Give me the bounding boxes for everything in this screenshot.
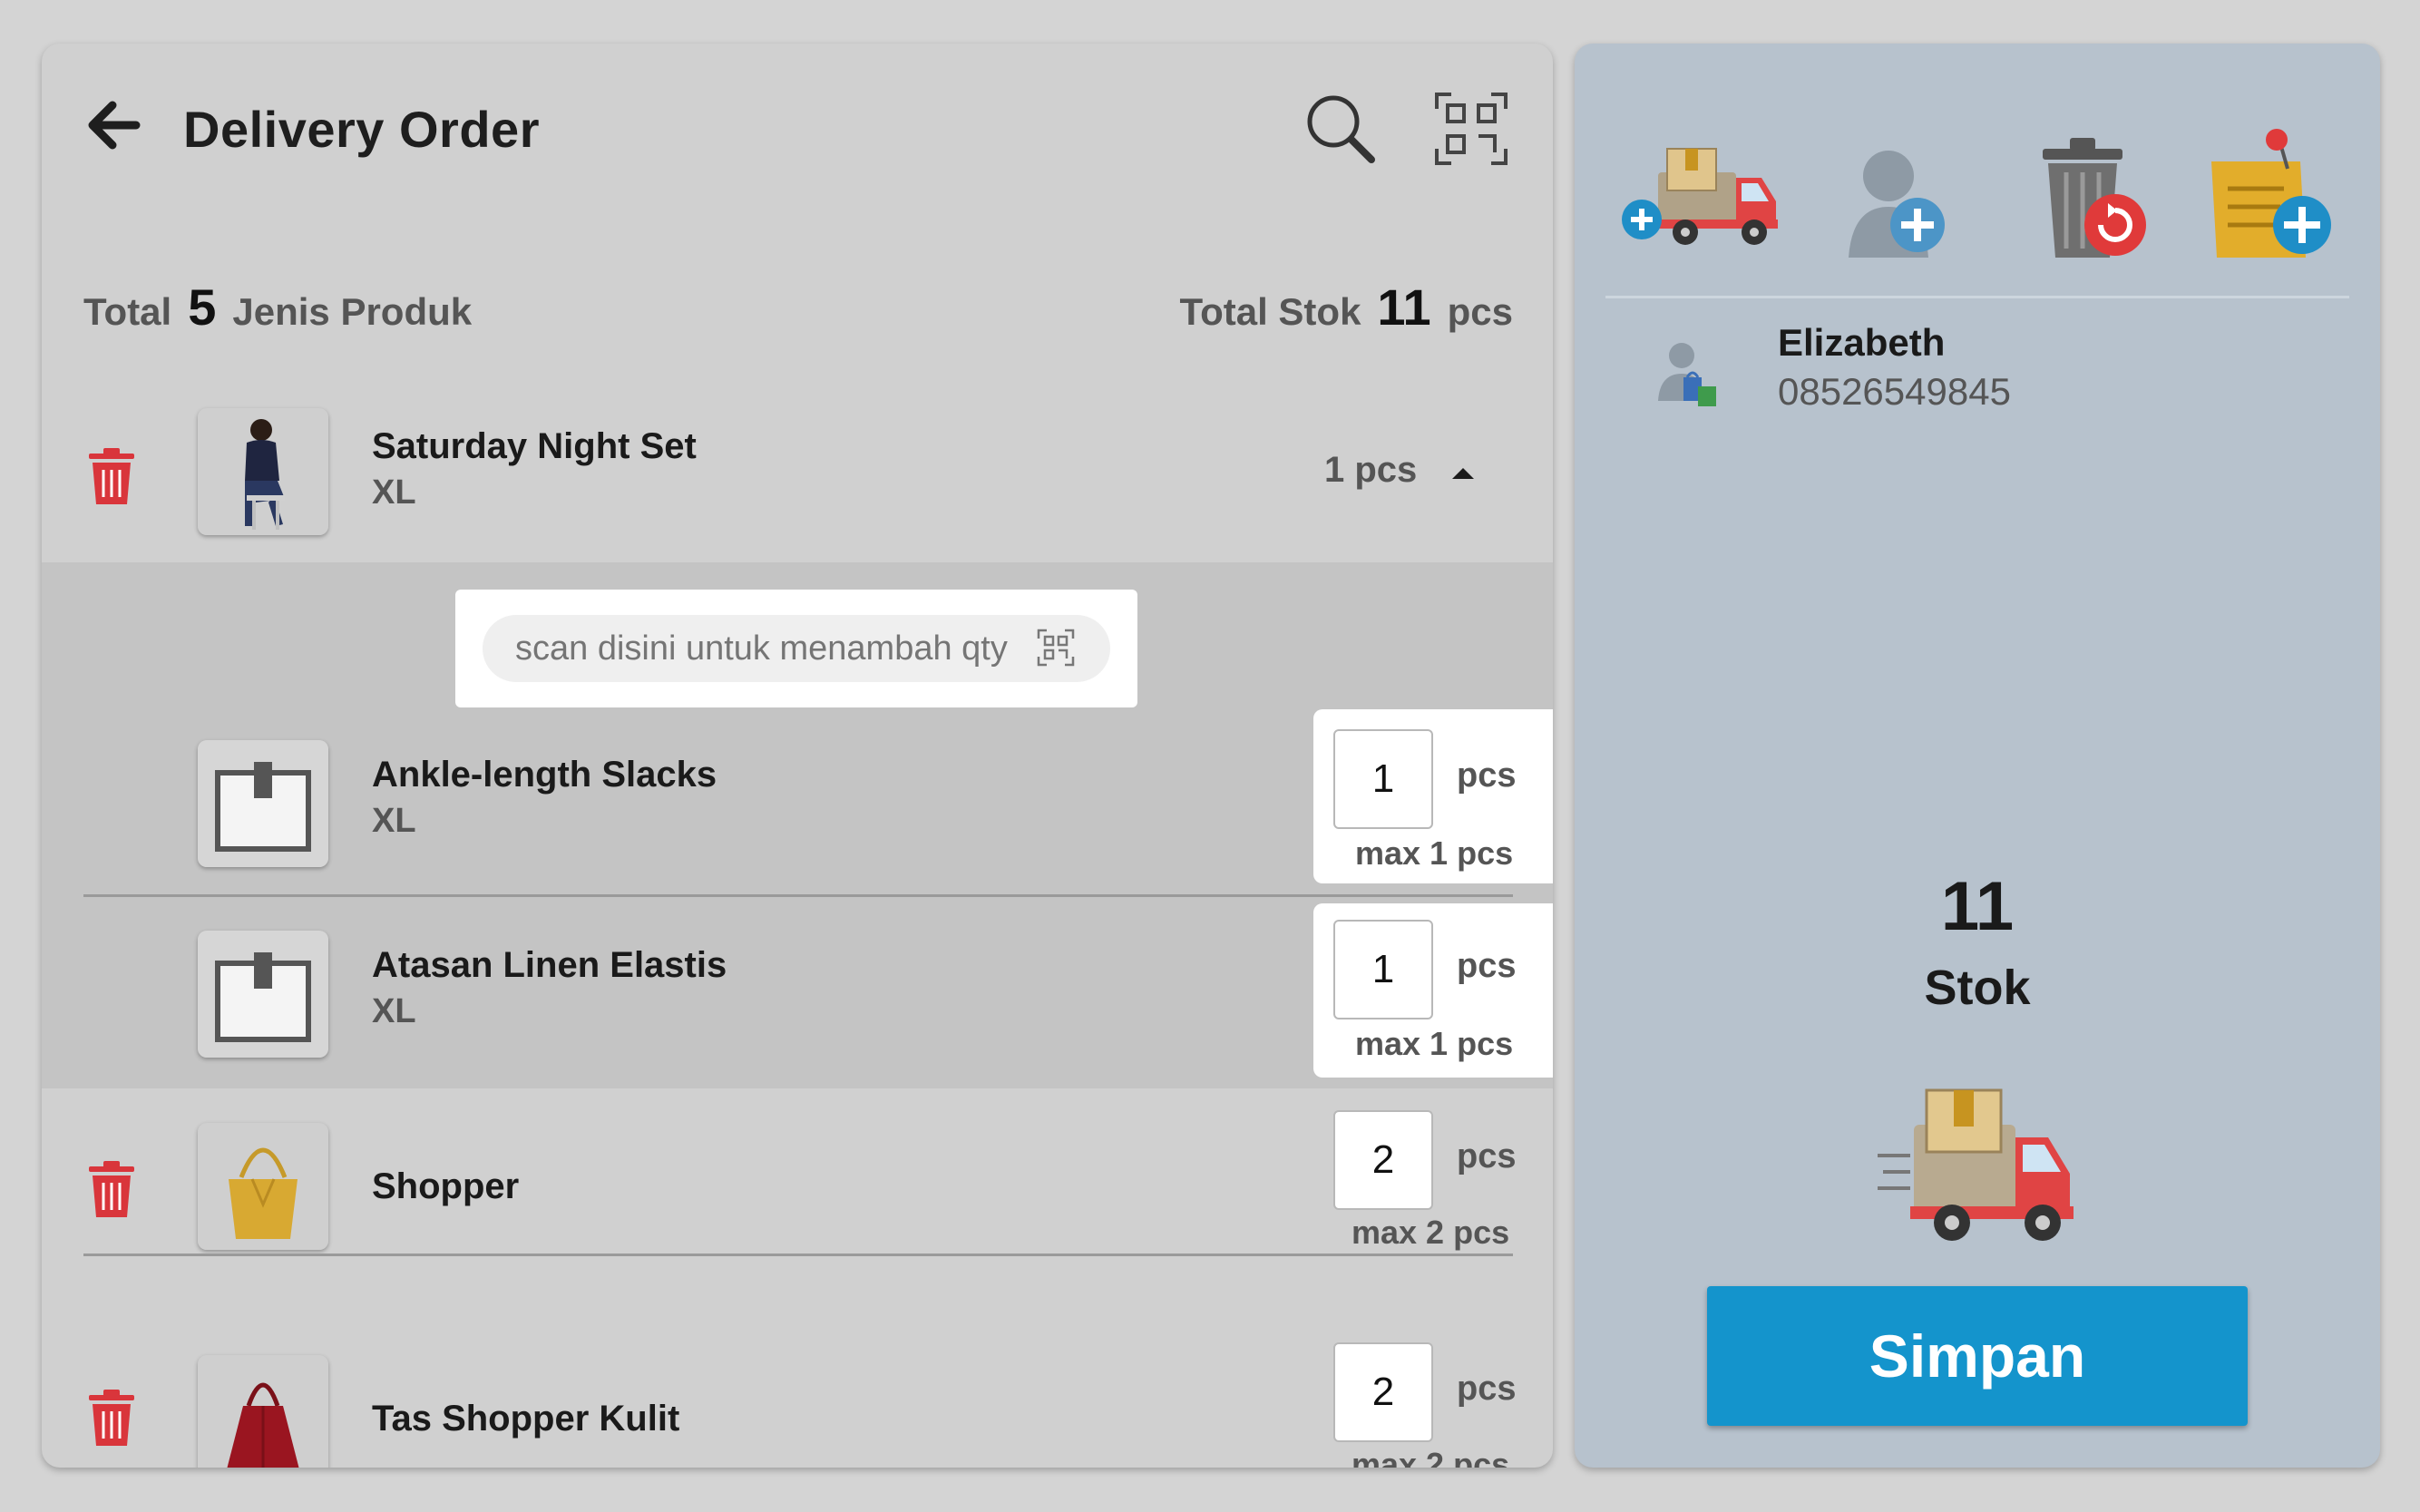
- delete-item-button[interactable]: [87, 448, 136, 506]
- qty-unit: pcs: [1457, 1137, 1517, 1175]
- delivery-truck-icon: [1878, 1088, 2074, 1241]
- qr-scan-icon: [1037, 629, 1075, 667]
- list-item-tas-shopper-kulit[interactable]: Tas Shopper Kulit pcs max 2 pcs: [42, 1299, 1553, 1468]
- trash-icon: [89, 448, 134, 504]
- collapse-button[interactable]: [1448, 457, 1478, 488]
- add-delivery-truck-icon: [1622, 148, 1778, 245]
- qty-card: pcs max 1 pcs: [1313, 903, 1553, 1078]
- total-label: Total: [83, 290, 172, 333]
- add-user-icon: [1849, 151, 1945, 258]
- product-image-placeholder: [198, 931, 328, 1058]
- trash-icon: [89, 1161, 134, 1217]
- product-image: [198, 408, 328, 535]
- total-product-count: 5: [188, 278, 217, 336]
- box-placeholder-icon: [198, 931, 328, 1058]
- divider: [1605, 296, 2349, 298]
- add-note-icon: [2211, 129, 2331, 258]
- qty-unit: pcs: [1457, 756, 1517, 795]
- customer-phone: 08526549845: [1778, 370, 2011, 413]
- item-name: Tas Shopper Kulit: [372, 1399, 680, 1439]
- add-customer-button[interactable]: [1816, 112, 1979, 267]
- item-name: Ankle-length Slacks: [372, 755, 717, 795]
- qty-unit: pcs: [1457, 947, 1517, 985]
- back-button[interactable]: [87, 100, 141, 151]
- list-item-shopper[interactable]: Shopper pcs max 2 pcs: [42, 1088, 1553, 1299]
- qty-max: max 1 pcs: [1355, 1025, 1514, 1062]
- list-item-saturday-night-set[interactable]: Saturday Night Set XL 1 pcs: [42, 385, 1553, 562]
- trash-icon: [89, 1390, 134, 1446]
- item-size: XL: [372, 992, 416, 1030]
- scan-box: [455, 590, 1137, 707]
- divider: [83, 1253, 1513, 1256]
- trash-restore-icon: [2043, 138, 2146, 258]
- delete-item-button[interactable]: [87, 1161, 136, 1219]
- qty-max: max 2 pcs: [1351, 1446, 1510, 1468]
- qty-input[interactable]: [1333, 1110, 1433, 1210]
- stock-count: 11: [1940, 868, 2015, 945]
- total-stock-unit: pcs: [1447, 290, 1513, 333]
- item-name: Shopper: [372, 1166, 520, 1206]
- item-size: XL: [372, 473, 416, 512]
- add-note-button[interactable]: [2193, 112, 2357, 267]
- back-arrow-icon: [88, 101, 141, 150]
- save-button[interactable]: Simpan: [1707, 1286, 2248, 1426]
- qr-scan-icon: [1435, 93, 1508, 165]
- add-delivery-button[interactable]: [1620, 112, 1783, 267]
- customer-name: Elizabeth: [1778, 321, 1946, 364]
- scan-qty-input[interactable]: [483, 615, 1110, 682]
- delete-item-button[interactable]: [87, 1390, 136, 1448]
- item-size: XL: [372, 802, 416, 840]
- scan-qr-button[interactable]: [1433, 91, 1509, 167]
- bundle-components: Ankle-length Slacks XL pcs max 1 pcs Ata…: [42, 562, 1553, 1088]
- box-placeholder-icon: [198, 740, 328, 867]
- product-image-placeholder: [198, 740, 328, 867]
- product-list-panel: Delivery Order Total 5 Jenis Produk Tota…: [42, 44, 1553, 1468]
- total-stock-count: 11: [1377, 278, 1431, 336]
- stock-label: Stok: [1924, 961, 2031, 1015]
- qty-max: max 1 pcs: [1355, 834, 1514, 872]
- total-stock-label: Total Stok: [1179, 290, 1361, 333]
- qty-input[interactable]: [1333, 729, 1433, 829]
- qty-card: pcs max 1 pcs: [1313, 709, 1553, 883]
- restore-deleted-button[interactable]: [2003, 112, 2166, 267]
- item-qty: 1 pcs: [1324, 450, 1418, 490]
- order-summary: Total 5 Jenis Produk Total Stok 11 pcs: [83, 278, 1513, 341]
- search-icon: [1307, 95, 1375, 163]
- search-button[interactable]: [1303, 91, 1379, 167]
- item-name: Atasan Linen Elastis: [372, 945, 727, 985]
- qty-max: max 2 pcs: [1351, 1214, 1510, 1251]
- product-image: [198, 1123, 328, 1250]
- qty-unit: pcs: [1457, 1370, 1517, 1408]
- item-name: Saturday Night Set: [372, 426, 697, 466]
- chevron-up-icon: [1452, 468, 1474, 479]
- qty-input[interactable]: [1333, 920, 1433, 1019]
- qty-input[interactable]: [1333, 1342, 1433, 1442]
- product-image: [198, 1355, 328, 1468]
- customer-icon: [1658, 343, 1716, 406]
- divider: [83, 894, 1513, 897]
- order-action-panel: Elizabeth 08526549845 11 Stok Simpan: [1575, 44, 2380, 1468]
- header: Delivery Order: [42, 44, 1553, 207]
- page-title: Delivery Order: [183, 101, 540, 158]
- product-types-label: Jenis Produk: [232, 290, 473, 333]
